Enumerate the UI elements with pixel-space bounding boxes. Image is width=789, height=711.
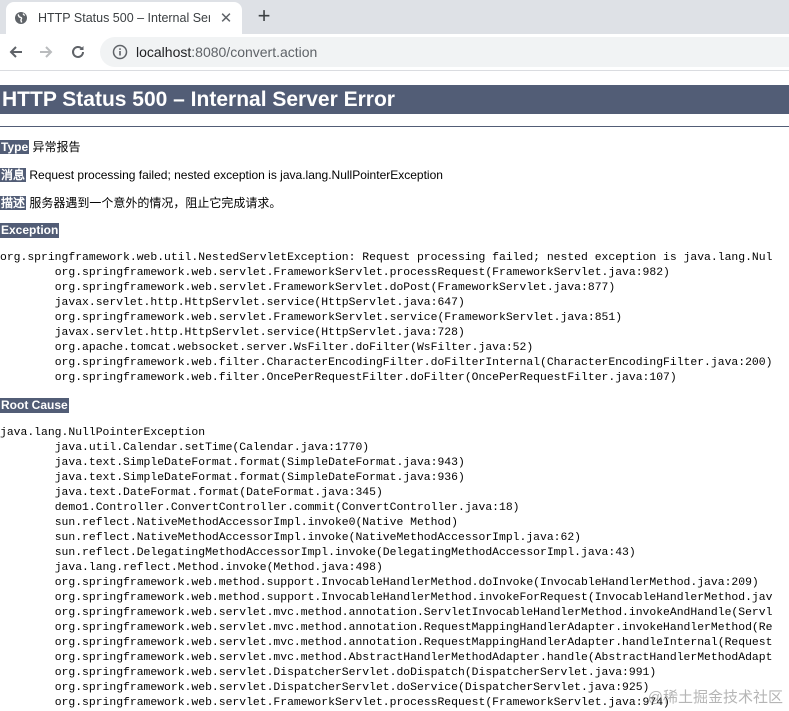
tab-title: HTTP Status 500 – Internal Ser — [38, 11, 210, 25]
new-tab-button[interactable]: + — [252, 4, 276, 28]
page-content: HTTP Status 500 – Internal Server Error … — [0, 71, 789, 711]
url-path: :8080/convert.action — [191, 44, 318, 60]
exception-trace: org.springframework.web.util.NestedServl… — [0, 252, 773, 384]
description-value: 服务器遇到一个意外的情况，阻止它完成请求。 — [29, 196, 282, 210]
type-label: Type — [0, 140, 30, 154]
message-row: 消息 Request processing failed; nested exc… — [0, 167, 443, 183]
description-row: 描述 服务器遇到一个意外的情况，阻止它完成请求。 — [0, 195, 281, 211]
message-label: 消息 — [0, 168, 27, 182]
reload-icon[interactable] — [66, 40, 90, 64]
root-cause-heading: Root Cause — [0, 398, 69, 413]
url-text: localhost:8080/convert.action — [136, 44, 317, 60]
url-host: localhost — [136, 44, 192, 60]
info-icon[interactable] — [112, 44, 128, 60]
root-cause-trace: java.lang.NullPointerException java.util… — [0, 427, 773, 709]
back-arrow-icon[interactable] — [4, 40, 28, 64]
tab-strip: HTTP Status 500 – Internal Ser ✕ + — [0, 0, 789, 34]
type-row: Type 异常报告 — [0, 139, 80, 155]
type-value: 异常报告 — [32, 140, 81, 154]
close-icon[interactable]: ✕ — [218, 11, 234, 26]
watermark: @稀土掘金技术社区 — [647, 689, 783, 706]
browser-toolbar: localhost:8080/convert.action — [0, 34, 789, 71]
divider — [0, 126, 789, 127]
description-label: 描述 — [0, 196, 27, 210]
page-title: HTTP Status 500 – Internal Server Error — [0, 85, 789, 114]
message-value: Request processing failed; nested except… — [29, 168, 443, 182]
address-bar[interactable]: localhost:8080/convert.action — [100, 37, 789, 67]
exception-heading: Exception — [0, 223, 60, 238]
forward-arrow-icon[interactable] — [34, 40, 58, 64]
globe-icon — [14, 11, 28, 25]
browser-tab[interactable]: HTTP Status 500 – Internal Ser ✕ — [6, 2, 242, 34]
